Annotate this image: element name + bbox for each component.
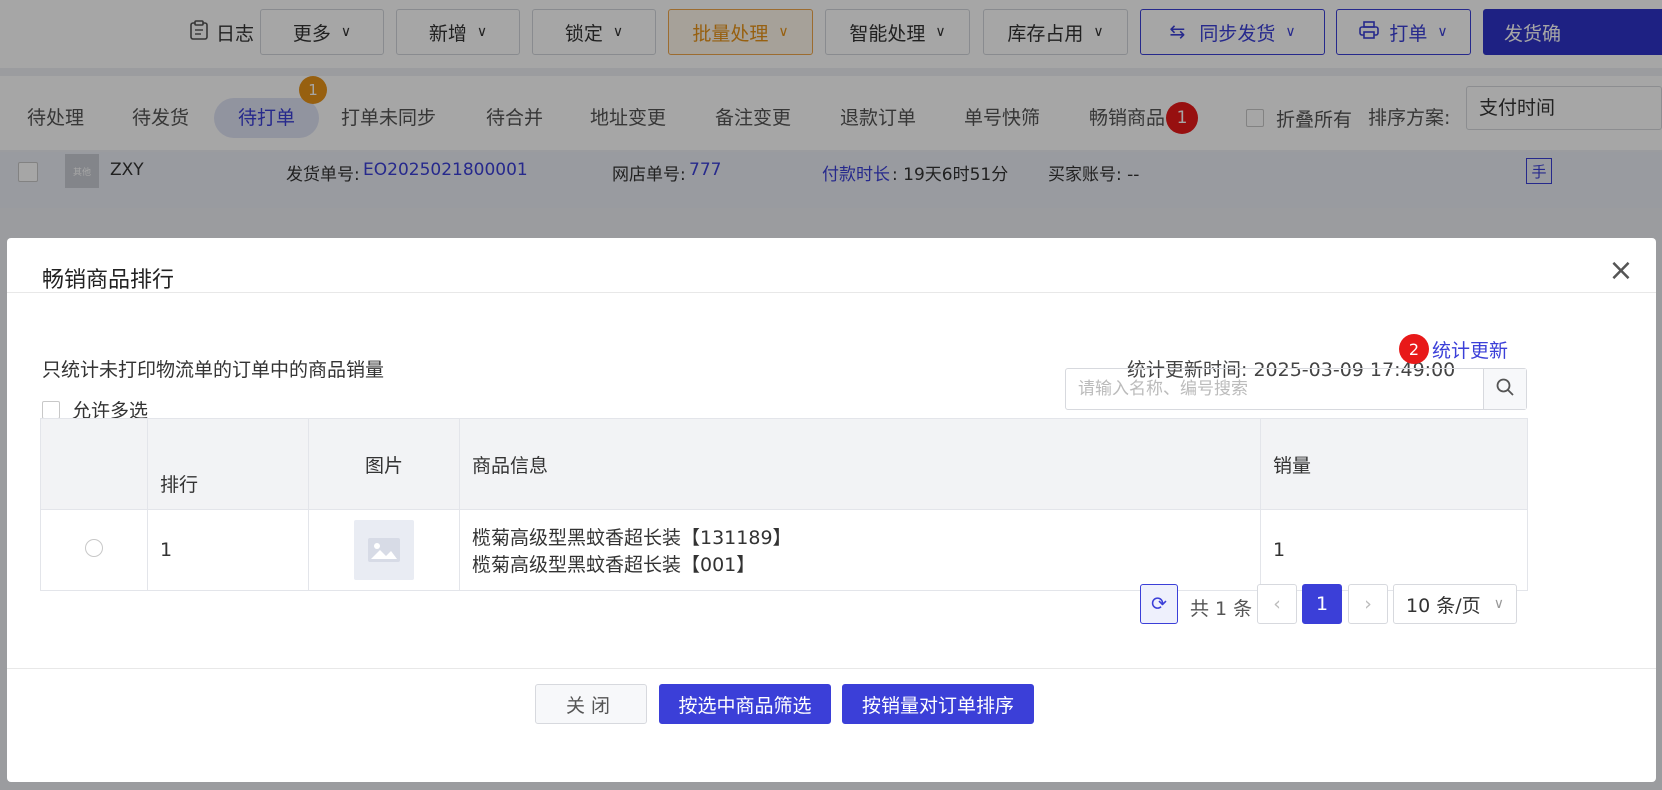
bestseller-ranking-dialog: 畅销商品排行 × 只统计未打印物流单的订单中的商品销量 允许多选 统计更新时间:… — [7, 238, 1656, 782]
col-product-info: 商品信息 — [459, 418, 1261, 510]
footer-divider — [7, 668, 1656, 669]
page-size-value: 10 条/页 — [1406, 594, 1481, 617]
col-rank: 排行 — [147, 418, 309, 510]
table-row[interactable]: 1 榄菊高级型黑蚊香超长装【131189】 榄菊高级型黑蚊香超长装【001】 1 — [40, 509, 1528, 591]
chevron-down-icon: ∨ — [1493, 596, 1504, 612]
step-marker-2: 2 — [1399, 334, 1429, 364]
search-box — [1065, 368, 1527, 410]
product-info-cell: 榄菊高级型黑蚊香超长装【131189】 榄菊高级型黑蚊香超长装【001】 — [459, 509, 1261, 591]
next-page-button[interactable]: › — [1348, 584, 1388, 624]
row-radio[interactable] — [85, 538, 103, 557]
col-image: 图片 — [308, 418, 460, 510]
search-icon — [1496, 378, 1514, 400]
pager-total: 共 1 条 — [1190, 598, 1253, 620]
chevron-left-icon: ‹ — [1273, 593, 1281, 615]
prev-page-button[interactable]: ‹ — [1257, 584, 1297, 624]
page-size-select[interactable]: 10 条/页 ∨ — [1393, 584, 1517, 624]
col-sales: 销量 — [1260, 418, 1528, 510]
chevron-right-icon: › — [1364, 593, 1372, 615]
product-name-line1: 榄菊高级型黑蚊香超长装【131189】 — [472, 527, 792, 549]
refresh-icon: ⟳ — [1151, 593, 1167, 615]
search-input[interactable] — [1066, 369, 1483, 409]
page-1-button[interactable]: 1 — [1302, 584, 1342, 624]
image-cell — [308, 509, 460, 591]
refresh-button[interactable]: ⟳ — [1140, 584, 1178, 624]
header-divider — [7, 292, 1656, 293]
dialog-title: 畅销商品排行 — [42, 268, 175, 293]
stats-note: 只统计未打印物流单的订单中的商品销量 — [42, 359, 385, 381]
search-button[interactable] — [1483, 369, 1526, 409]
rank-cell: 1 — [147, 509, 309, 591]
table-header-row: 排行 图片 商品信息 销量 — [40, 418, 1528, 510]
close-icon[interactable]: × — [1606, 256, 1636, 286]
col-select — [40, 418, 148, 510]
product-name-line2: 榄菊高级型黑蚊香超长装【001】 — [472, 554, 756, 576]
row-select-cell — [40, 509, 148, 591]
sales-cell: 1 — [1260, 509, 1528, 591]
stat-update-link[interactable]: 统计更新 — [1432, 336, 1508, 363]
sort-by-sales-button[interactable]: 按销量对订单排序 — [842, 684, 1034, 724]
filter-by-selected-button[interactable]: 按选中商品筛选 — [659, 684, 831, 724]
allow-multi-checkbox[interactable] — [42, 400, 60, 419]
product-image-placeholder-icon — [354, 520, 414, 580]
ranking-table: 排行 图片 商品信息 销量 1 榄菊高级型黑蚊香超长装【131189】 榄菊高级… — [40, 418, 1528, 591]
close-button[interactable]: 关闭 — [535, 684, 647, 724]
